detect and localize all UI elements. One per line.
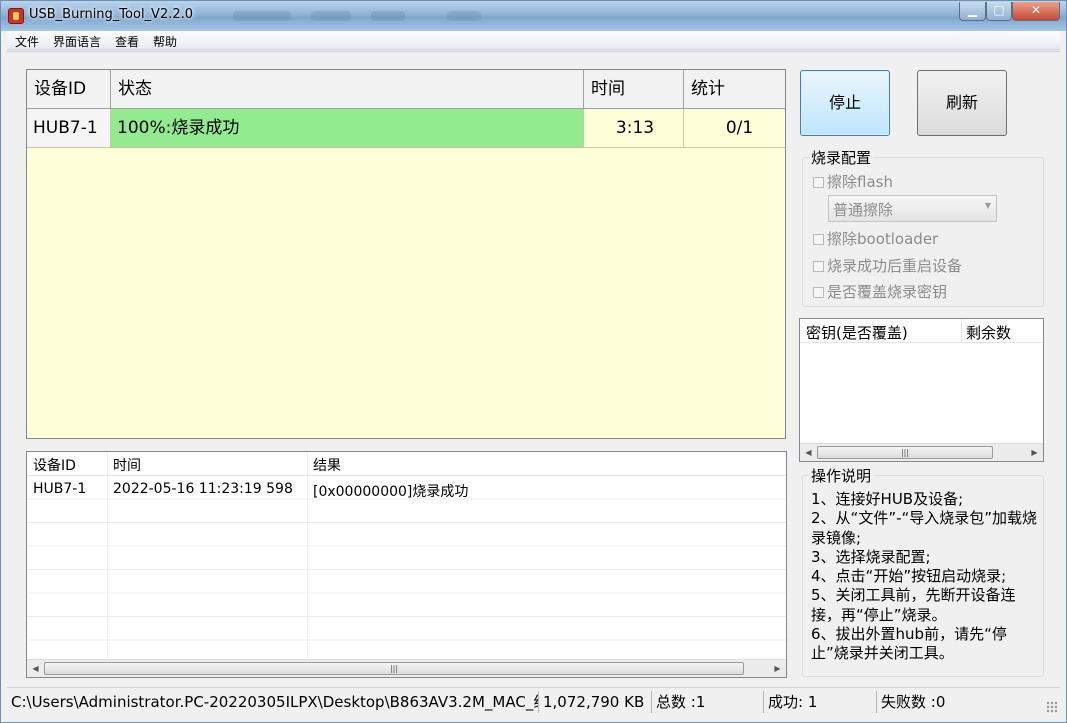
window-title: USB_Burning_Tool_V2.2.0 <box>29 7 194 22</box>
client-area: 设备ID 状态 时间 统计 HUB7-1 100%:烧录成功 3:13 0/1 … <box>7 51 1060 687</box>
key-header-remaining[interactable]: 剩余数 <box>966 322 1011 343</box>
scroll-left-icon[interactable]: ◀ <box>800 444 817 461</box>
scroll-left-icon[interactable]: ◀ <box>27 660 44 677</box>
checkbox-icon <box>813 261 824 272</box>
menu-help[interactable]: 帮助 <box>153 33 177 50</box>
background-tab-blur <box>447 11 481 21</box>
scroll-right-icon[interactable]: ▶ <box>1026 444 1043 461</box>
log-time: 2022-05-16 11:23:19 598 <box>113 481 293 497</box>
scroll-thumb[interactable]: ||| <box>817 446 993 459</box>
device-count-cell: 0/1 <box>725 118 754 138</box>
log-header-device-id[interactable]: 设备ID <box>33 455 76 475</box>
key-horizontal-scrollbar[interactable]: ◀ ||| ▶ <box>800 443 1043 461</box>
key-list[interactable]: 密钥(是否覆盖) 剩余数 ◀ ||| ▶ <box>799 318 1044 462</box>
erase-mode-select[interactable]: 普通擦除 ▼ <box>828 195 997 222</box>
overwrite-key-checkbox[interactable]: 是否覆盖烧录密钥 <box>813 281 947 301</box>
reboot-after-checkbox[interactable]: 烧录成功后重启设备 <box>813 255 962 275</box>
status-total: 总数 :1 <box>652 691 764 713</box>
erase-bootloader-checkbox[interactable]: 擦除bootloader <box>813 228 938 248</box>
device-grid[interactable]: 设备ID 状态 时间 统计 HUB7-1 100%:烧录成功 3:13 0/1 <box>26 69 786 439</box>
log-device-id: HUB7-1 <box>33 481 87 497</box>
status-fail: 失败数 :0 <box>881 693 946 711</box>
resize-grip-icon[interactable] <box>1046 701 1058 713</box>
refresh-button[interactable]: 刷新 <box>917 70 1007 136</box>
device-time-cell: 3:13 <box>584 109 684 147</box>
log-horizontal-scrollbar[interactable]: ◀ ||| ▶ <box>27 659 786 677</box>
instructions-group: 操作说明 1、连接好HUB及设备; 2、从“文件”-“导入烧录包”加载烧录镜像;… <box>802 465 1044 677</box>
log-header-time[interactable]: 时间 <box>113 455 141 475</box>
maximize-icon: □ <box>993 3 1005 17</box>
app-window: USB_Burning_Tool_V2.2.0 ▁ □ ✕ 文件 界面语言 查看… <box>0 0 1067 723</box>
instructions-label: 操作说明 <box>809 465 874 486</box>
device-row[interactable]: HUB7-1 100%:烧录成功 3:13 0/1 <box>27 109 785 148</box>
header-device-id[interactable]: 设备ID <box>27 70 111 108</box>
status-path: C:\Users\Administrator.PC-20220305ILPX\D… <box>11 691 539 713</box>
grip-icon: ||| <box>900 448 910 457</box>
menu-language[interactable]: 界面语言 <box>53 33 101 50</box>
burn-config-label: 烧录配置 <box>809 147 874 168</box>
key-list-header: 密钥(是否覆盖) 剩余数 <box>800 319 1043 343</box>
close-icon: ✕ <box>1030 3 1042 17</box>
grip-icon: ||| <box>389 664 399 673</box>
status-size: 1,072,790 KB <box>539 691 652 713</box>
checkbox-icon <box>813 177 824 188</box>
background-tab-blur <box>371 11 405 21</box>
minimize-icon: ▁ <box>967 3 978 17</box>
erase-bootloader-label: 擦除bootloader <box>827 230 939 248</box>
log-header: 设备ID 时间 结果 <box>27 452 786 476</box>
reboot-after-label: 烧录成功后重启设备 <box>827 257 963 275</box>
scroll-thumb[interactable]: ||| <box>44 662 744 675</box>
log-result: [0x00000000]烧录成功 <box>313 484 469 500</box>
checkbox-icon <box>813 287 824 298</box>
erase-flash-checkbox[interactable]: 擦除flash <box>813 171 893 191</box>
maximize-button[interactable]: □ <box>986 2 1012 21</box>
scroll-right-icon[interactable]: ▶ <box>769 660 786 677</box>
header-status[interactable]: 状态 <box>111 70 584 108</box>
title-bar[interactable]: USB_Burning_Tool_V2.2.0 ▁ □ ✕ <box>1 1 1066 31</box>
log-header-result[interactable]: 结果 <box>313 455 341 475</box>
device-status-cell: 100%:烧录成功 <box>111 109 584 147</box>
overwrite-key-label: 是否覆盖烧录密钥 <box>827 283 948 301</box>
key-header-key[interactable]: 密钥(是否覆盖) <box>806 322 908 343</box>
stop-button[interactable]: 停止 <box>800 70 890 136</box>
instructions-text: 1、连接好HUB及设备; 2、从“文件”-“导入烧录包”加载烧录镜像; 3、选择… <box>811 490 1038 663</box>
menu-bar: 文件 界面语言 查看 帮助 <box>7 31 1060 50</box>
device-id-cell: HUB7-1 <box>27 109 111 147</box>
chevron-down-icon: ▼ <box>984 201 991 210</box>
log-list[interactable]: 设备ID 时间 结果 HUB7-1 2022-05-16 11:23:19 59… <box>26 451 787 678</box>
burn-config-group: 烧录配置 擦除flash 普通擦除 ▼ 擦除bootloader 烧录成功后重启设… <box>802 147 1044 307</box>
log-grid-lines <box>27 476 786 658</box>
background-tab-blur <box>311 11 351 21</box>
checkbox-icon <box>813 234 824 245</box>
app-icon <box>8 8 24 24</box>
menu-file[interactable]: 文件 <box>15 33 39 50</box>
header-time[interactable]: 时间 <box>584 70 684 108</box>
device-grid-header: 设备ID 状态 时间 统计 <box>27 70 785 109</box>
minimize-button[interactable]: ▁ <box>959 2 986 21</box>
status-success: 成功: 1 <box>764 691 877 713</box>
close-button[interactable]: ✕ <box>1012 2 1060 21</box>
menu-view[interactable]: 查看 <box>115 33 139 50</box>
erase-flash-label: 擦除flash <box>827 173 893 191</box>
status-bar: C:\Users\Administrator.PC-20220305ILPX\D… <box>7 687 1060 715</box>
key-column-separator <box>961 319 962 343</box>
background-tab-blur <box>233 11 291 21</box>
erase-mode-value: 普通擦除 <box>833 201 894 219</box>
log-row[interactable]: HUB7-1 2022-05-16 11:23:19 598 [0x000000… <box>27 480 786 500</box>
header-stats[interactable]: 统计 <box>684 70 785 108</box>
